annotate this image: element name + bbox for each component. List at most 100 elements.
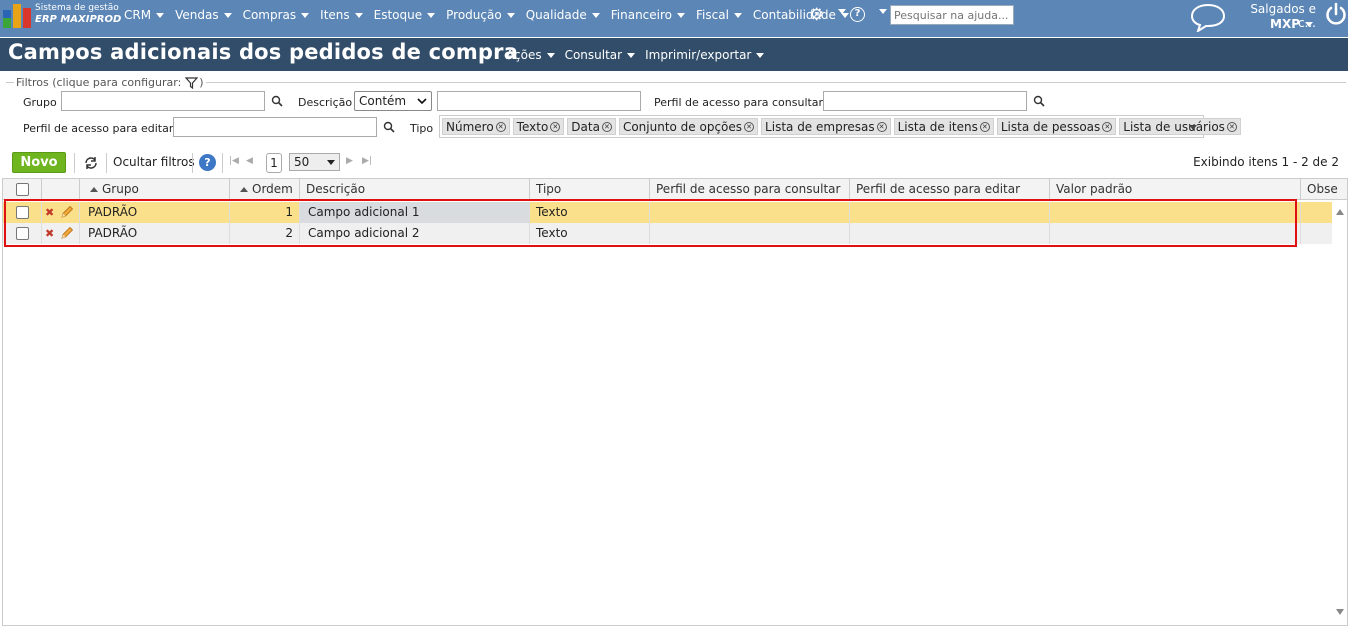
menu-qualidade[interactable]: Qualidade [526,8,600,22]
remove-tag-icon[interactable]: ✕ [876,121,887,132]
tag-label: Texto [516,119,549,134]
menu-contabilidade[interactable]: Contabilidade [753,8,849,22]
ocultar-filtros-button[interactable]: Ocultar filtros [113,155,195,169]
tag-lista-de-empresas[interactable]: Lista de empresas ✕ [761,118,891,135]
select-all-checkbox[interactable] [16,183,29,196]
delete-icon[interactable]: ✖ [45,223,54,244]
menu-producao[interactable]: Produção [446,8,515,22]
menu-itens[interactable]: Itens [320,8,363,22]
remove-tag-icon[interactable]: ✕ [601,121,612,132]
cell-perfil-consultar [650,223,850,244]
chevron-down-icon [546,52,555,58]
help-icon[interactable]: ? [199,154,216,171]
descricao-input[interactable] [437,91,641,111]
menu-consultar[interactable]: Consultar [565,48,636,62]
menu-label: Ações [506,48,542,62]
menu-fiscal[interactable]: Fiscal [696,8,742,22]
header-perfil-editar[interactable]: Perfil de acesso para editar [850,179,1050,200]
tag-lista-de-itens[interactable]: Lista de itens ✕ [893,118,994,135]
scroll-up-icon[interactable] [1336,209,1344,215]
header-ordem[interactable]: Ordem [230,179,300,200]
help-search-input[interactable] [890,5,1014,25]
remove-tag-icon[interactable]: ✕ [495,121,506,132]
search-icon[interactable] [383,121,395,133]
menu-financeiro[interactable]: Financeiro [611,8,686,22]
tag-lista-de-pessoas[interactable]: Lista de pessoas ✕ [996,118,1117,135]
menu-acoes[interactable]: Ações [506,48,555,62]
cell-observacao [1301,223,1332,244]
help-icon[interactable]: ? [850,7,865,22]
row-select-cell [3,202,42,223]
last-page-icon[interactable]: ▶| [362,156,372,166]
tag-data[interactable]: Data ✕ [567,118,616,135]
menu-compras[interactable]: Compras [243,8,310,22]
edit-pencil-icon[interactable] [60,205,74,219]
row-actions-cell: ✖ [42,202,80,223]
page-size-select[interactable]: 50 [289,153,340,171]
filters-legend-text: Filtros (clique para configurar: [16,76,182,89]
data-grid: Grupo Ordem Descrição Tipo Perfil de ace… [2,178,1348,626]
refresh-icon[interactable] [84,156,98,170]
header-observacao[interactable]: Obse [1301,179,1347,200]
brand[interactable]: Sistema de gestão ERP MAXIPROD [35,3,121,25]
chevron-down-icon[interactable] [838,9,846,14]
table-row[interactable]: ✖ PADRÃO 2 Campo adicional 2 Texto [3,223,1332,244]
prev-page-icon[interactable]: ◀ [246,156,253,166]
delete-icon[interactable]: ✖ [45,202,54,223]
user-menu[interactable]: MXP [1270,17,1313,31]
remove-tag-icon[interactable]: ✕ [979,121,990,132]
edit-pencil-icon[interactable] [60,226,74,240]
sort-asc-icon [90,187,98,192]
chevron-down-icon [1305,21,1313,27]
cell-perfil-editar [850,223,1050,244]
perfil-consultar-input[interactable] [823,91,1027,111]
filters-legend[interactable]: Filtros (clique para configurar: ) [14,76,206,89]
menu-label: Estoque [373,8,423,22]
header-descricao[interactable]: Descrição [300,179,530,200]
perfil-editar-input[interactable] [173,117,377,137]
title-menu: Ações Consultar Imprimir/exportar [506,48,774,62]
scroll-down-icon[interactable] [1336,609,1344,615]
remove-tag-icon[interactable]: ✕ [1226,121,1237,132]
table-row[interactable]: ✖ PADRÃO 1 Campo adicional 1 Texto [3,202,1332,223]
cell-ordem: 1 [230,202,300,223]
tag-label: Lista de pessoas [1000,119,1101,134]
header-tipo[interactable]: Tipo [530,179,650,200]
header-grupo[interactable]: Grupo [80,179,230,200]
first-page-icon[interactable]: |◀ [229,156,239,166]
maxiprod-logo-icon[interactable] [3,4,32,28]
chevron-down-icon[interactable] [879,9,887,14]
next-page-icon[interactable]: ▶ [346,156,353,166]
menu-crm[interactable]: CRM [124,8,165,22]
row-checkbox[interactable] [16,206,29,219]
remove-tag-icon[interactable]: ✕ [1102,121,1113,132]
row-checkbox[interactable] [16,227,29,240]
tipo-multiselect[interactable]: Número ✕ Texto ✕ Data ✕ Conjunto de opções ✕… [439,115,1241,138]
descricao-operator-value: Contém [359,94,407,108]
chevron-down-icon [327,159,335,165]
chevron-down-icon[interactable] [1189,125,1197,130]
remove-tag-icon[interactable]: ✕ [744,121,755,132]
tag-lista-de-usuarios[interactable]: Lista de usuários ✕ [1119,118,1241,135]
tag-texto[interactable]: Texto ✕ [512,118,565,135]
chat-icon[interactable] [1190,2,1226,32]
chevron-down-icon [756,52,765,58]
header-valor-padrao[interactable]: Valor padrão [1050,179,1301,200]
tag-conjunto-de-opcoes[interactable]: Conjunto de opções ✕ [618,118,759,135]
menu-estoque[interactable]: Estoque [374,8,436,22]
power-icon[interactable] [1325,2,1347,26]
menu-imprimir-exportar[interactable]: Imprimir/exportar [645,48,765,62]
menu-vendas[interactable]: Vendas [175,8,232,22]
grupo-input[interactable] [61,91,265,111]
descricao-operator-select[interactable]: Contém [354,91,432,111]
gear-icon[interactable]: ⚙ [809,7,824,24]
novo-button[interactable]: Novo [12,152,66,173]
search-icon[interactable] [271,95,283,107]
search-icon[interactable] [1033,95,1045,107]
remove-tag-icon[interactable]: ✕ [550,121,561,132]
header-perfil-consultar[interactable]: Perfil de acesso para consultar [650,179,850,200]
vertical-scrollbar[interactable] [1333,200,1347,625]
filter-icon[interactable] [185,76,199,89]
page-number-input[interactable]: 1 [266,153,282,173]
tag-numero[interactable]: Número ✕ [442,118,510,135]
